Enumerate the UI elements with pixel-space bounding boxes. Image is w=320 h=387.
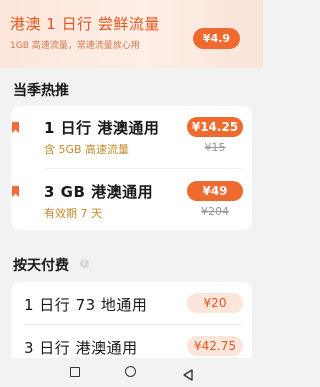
back-icon[interactable] xyxy=(182,366,194,381)
item-desc: 含 5GB 高速流量 xyxy=(44,143,130,156)
info-icon[interactable]: i xyxy=(80,259,89,268)
divider xyxy=(24,324,242,325)
hot-card: 1 日行 港澳通用 含 5GB 高速流量 ¥14.25 ¥15 3 GB 港澳通… xyxy=(11,106,252,230)
home-icon[interactable] xyxy=(125,366,136,377)
daily-item[interactable]: 1 日行 73 地通用 ¥20 xyxy=(11,284,252,322)
original-price: ¥15 xyxy=(204,141,226,154)
banner-subtitle: 1GB 高速流量，常速流量放心用 xyxy=(10,41,140,51)
banner-price-button[interactable]: ¥4.9 xyxy=(193,28,240,49)
section-title-hot: 当季热推 xyxy=(13,83,69,99)
item-name: 1 日行 73 地通用 xyxy=(24,296,148,314)
hot-item[interactable]: 3 GB 港澳通用 有效期 7 天 ¥49 ¥204 xyxy=(11,170,252,230)
bookmark-flag-icon xyxy=(12,186,19,197)
section-title-daily: 按天付费 xyxy=(13,258,69,274)
item-name: 1 日行 港澳通用 xyxy=(44,119,160,137)
price-button[interactable]: ¥14.25 xyxy=(187,117,243,137)
original-price: ¥204 xyxy=(201,205,229,218)
recent-apps-icon[interactable] xyxy=(70,367,80,377)
banner-title: 港澳 1 日行 尝鲜流量 xyxy=(10,15,160,33)
item-name: 3 GB 港澳通用 xyxy=(44,183,154,201)
item-desc: 有效期 7 天 xyxy=(44,207,102,220)
price-button[interactable]: ¥42.75 xyxy=(187,336,243,356)
promo-banner[interactable]: 港澳 1 日行 尝鲜流量 1GB 高速流量，常速流量放心用 ¥4.9 xyxy=(0,0,263,68)
hot-item[interactable]: 1 日行 港澳通用 含 5GB 高速流量 ¥14.25 ¥15 xyxy=(11,106,252,166)
item-name: 3 日行 港澳通用 xyxy=(24,339,138,357)
divider xyxy=(44,168,242,169)
bookmark-flag-icon xyxy=(12,122,19,133)
system-navbar xyxy=(0,358,263,387)
price-button[interactable]: ¥49 xyxy=(187,181,243,201)
price-button[interactable]: ¥20 xyxy=(187,293,243,313)
